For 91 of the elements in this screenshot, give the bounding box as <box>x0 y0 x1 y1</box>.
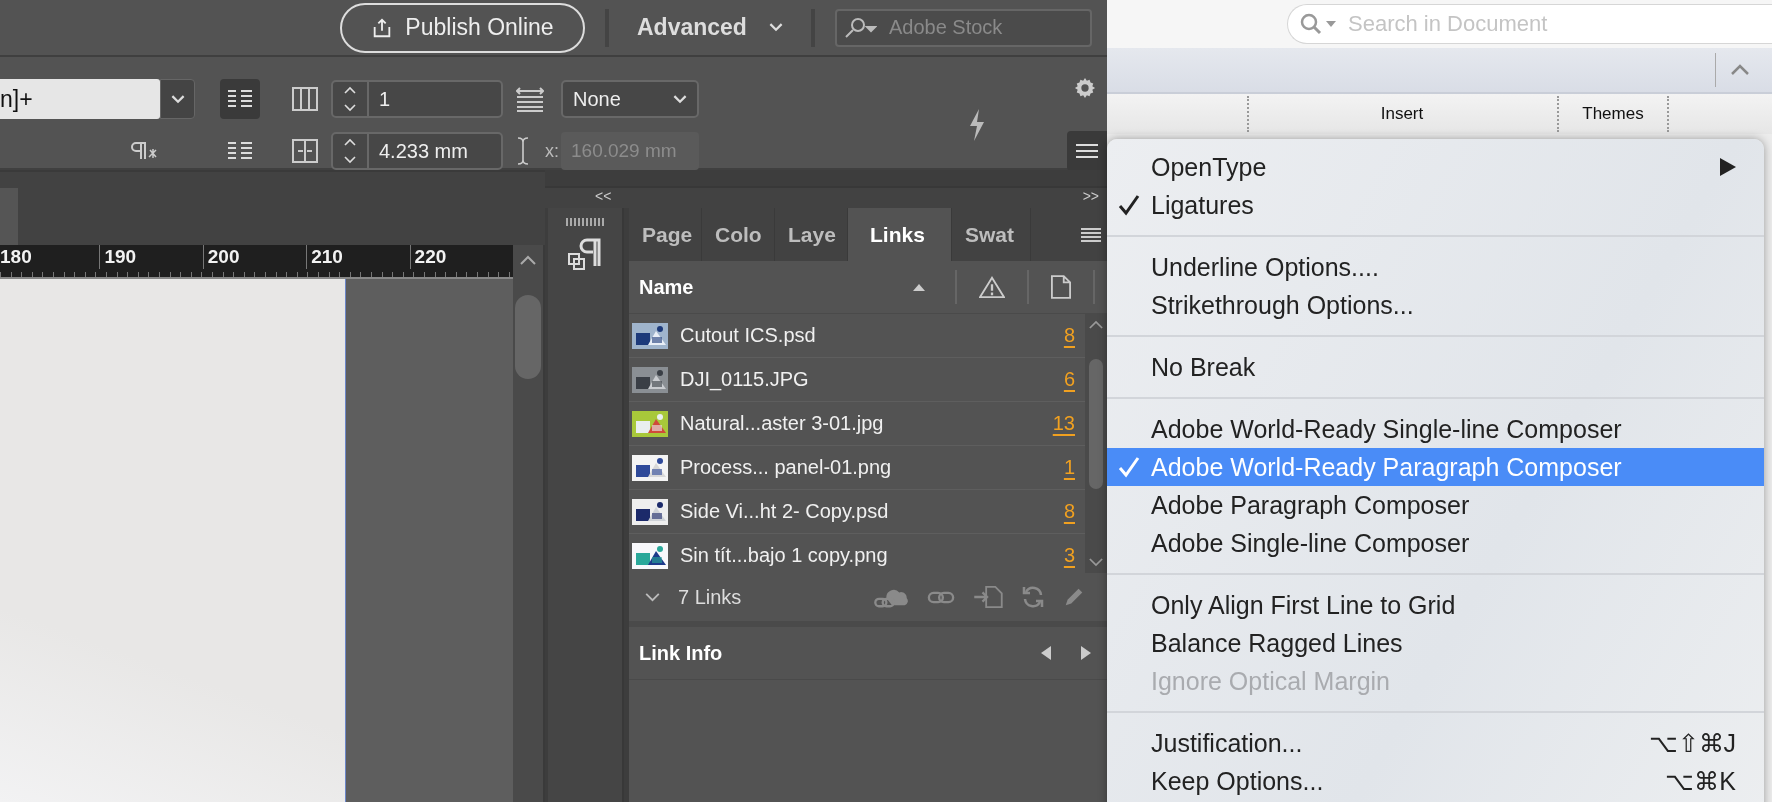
page-icon[interactable] <box>1051 275 1071 299</box>
link-name: Side Vi...ht 2- Copy.psd <box>680 500 890 523</box>
columns-field[interactable]: 1 <box>331 80 503 118</box>
link-name: DJI_0115.JPG <box>680 368 810 391</box>
link-name: Process... panel-01.png <box>680 456 893 479</box>
column-header[interactable]: Name <box>639 275 913 299</box>
span-columns-icon <box>516 86 544 112</box>
page-link[interactable]: 8 <box>1063 324 1075 347</box>
menu-item[interactable]: Adobe World-Ready Single-line Composer <box>1107 410 1764 448</box>
link-row[interactable]: Process... panel-01.png 1 <box>629 446 1085 490</box>
chevron-down-icon <box>170 94 185 104</box>
pilcrow-icon <box>128 141 158 161</box>
menu-item[interactable]: Ligatures <box>1107 186 1764 224</box>
previous-icon[interactable] <box>1041 646 1051 660</box>
sort-arrow-icon[interactable] <box>913 283 925 291</box>
ruler-label: 180 <box>0 245 33 269</box>
settings-icon[interactable] <box>1073 77 1096 99</box>
align-grid-icon <box>227 89 253 109</box>
ruler-label: 210 <box>306 245 410 269</box>
text-cursor-icon <box>516 136 530 166</box>
stepper-arrows-icon[interactable] <box>343 136 357 166</box>
link-icon[interactable] <box>927 589 955 605</box>
panel-tab[interactable]: Links <box>848 208 952 261</box>
columns-icon <box>292 87 318 111</box>
search-icon <box>1299 12 1339 36</box>
ribbon-group-title: Themes <box>1581 104 1645 124</box>
collapse-button[interactable]: << <box>595 188 612 208</box>
chevron-down-icon[interactable] <box>645 592 660 602</box>
link-row[interactable]: Cutout ICS.psd 8 <box>629 314 1085 358</box>
dropdown-button[interactable] <box>160 79 195 119</box>
page-link[interactable]: 3 <box>1063 544 1075 567</box>
workspace-switcher[interactable]: Advanced <box>629 14 791 41</box>
align-grid-icon <box>227 141 253 161</box>
menu-item[interactable]: No Break <box>1107 348 1764 386</box>
page-link[interactable]: 8 <box>1063 500 1075 523</box>
shortcut-label: ⌥⇧⌘J <box>1648 728 1736 758</box>
collapse-ribbon-icon[interactable] <box>1730 64 1750 76</box>
page-link[interactable]: 6 <box>1063 368 1075 391</box>
menu-item[interactable]: Strikethrough Options... <box>1107 286 1764 324</box>
gutter-icon <box>292 139 318 163</box>
link-row[interactable]: Natural...aster 3-01.jpg 13 <box>629 402 1085 446</box>
links-count: 7 Links <box>678 585 742 609</box>
link-row[interactable]: DJI_0115.JPG 6 <box>629 358 1085 402</box>
page-link[interactable]: 1 <box>1063 456 1075 479</box>
next-icon[interactable] <box>1081 646 1091 660</box>
gutter-field[interactable]: 4.233 mm <box>331 132 503 170</box>
ribbon-group-title: Insert <box>1379 104 1425 124</box>
link-name: Sin tít...bajo 1 copy.png <box>680 544 889 567</box>
menu-item[interactable]: Balance Ragged Lines <box>1107 624 1764 662</box>
lightning-icon[interactable] <box>967 108 987 142</box>
stepper-arrows-icon[interactable] <box>343 84 357 114</box>
width-label: x: <box>545 140 559 162</box>
scrollbar-thumb[interactable] <box>515 295 541 379</box>
ruler-label: 200 <box>202 245 307 269</box>
paragraph-styles-icon[interactable] <box>567 236 603 272</box>
grip-handle[interactable] <box>566 218 604 226</box>
menu-item[interactable]: Keep Options... ⌥⌘K <box>1107 762 1764 800</box>
ruler-label: 190 <box>99 245 203 269</box>
scroll-down-icon[interactable] <box>1089 558 1103 567</box>
expand-button[interactable]: >> <box>1082 188 1099 208</box>
link-row[interactable]: Sin tít...bajo 1 copy.png 3 <box>629 534 1085 573</box>
refresh-icon[interactable] <box>1021 585 1045 609</box>
menu-icon <box>1076 144 1098 158</box>
style-field[interactable]: n]+ <box>0 79 160 119</box>
panel-menu-icon[interactable] <box>1081 227 1101 242</box>
warning-icon[interactable] <box>979 276 1005 298</box>
chevron-down-icon <box>768 23 783 32</box>
link-info-title[interactable]: Link Info <box>639 641 1011 665</box>
document-search-field[interactable]: Search in Document <box>1287 4 1772 44</box>
page-link[interactable]: 13 <box>1052 412 1075 435</box>
scrollbar-thumb[interactable] <box>1089 358 1103 489</box>
stock-search-field[interactable]: Adobe Stock <box>834 8 1092 47</box>
span-dropdown[interactable]: None <box>561 80 699 118</box>
pencil-icon[interactable] <box>1063 586 1085 608</box>
scroll-up-icon[interactable] <box>520 255 536 265</box>
menu-item[interactable]: Adobe Paragraph Composer <box>1107 486 1764 524</box>
publish-online-button[interactable]: Publish Online <box>340 2 585 53</box>
menu-item[interactable]: OpenType <box>1107 148 1764 186</box>
menu-item[interactable]: Justification... ⌥⇧⌘J <box>1107 724 1764 762</box>
link-row[interactable]: Side Vi...ht 2- Copy.psd 8 <box>629 490 1085 534</box>
link-name: Cutout ICS.psd <box>680 324 817 347</box>
link-name: Natural...aster 3-01.jpg <box>680 412 885 435</box>
relink-icon[interactable] <box>973 586 1003 608</box>
menu-item[interactable]: Adobe Single-line Composer <box>1107 524 1764 562</box>
scroll-up-icon[interactable] <box>1089 320 1103 329</box>
shortcut-label: ⌥⌘K <box>1665 766 1736 796</box>
menu-item[interactable]: Only Align First Line to Grid <box>1107 586 1764 624</box>
align-grid-button[interactable] <box>220 79 260 119</box>
panel-menu-button[interactable] <box>1067 131 1107 171</box>
chevron-down-icon <box>673 94 687 104</box>
menu-item[interactable]: Underline Options.... <box>1107 248 1764 286</box>
